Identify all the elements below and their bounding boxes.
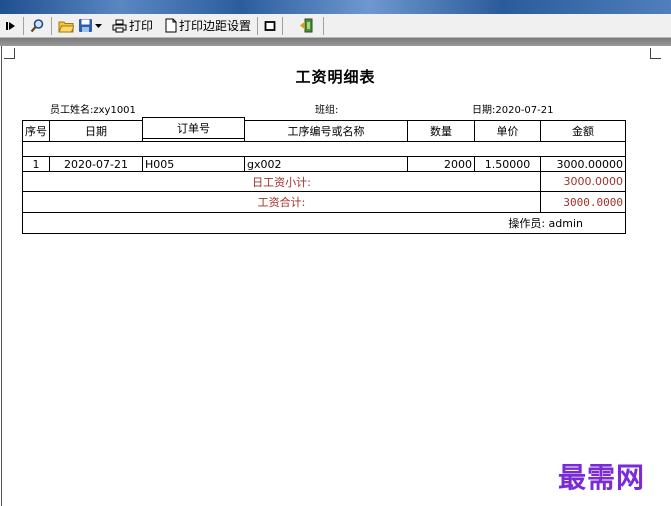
toolbar: 打印 打印边距设置	[0, 14, 671, 38]
toolbar-separator	[323, 16, 325, 35]
daily-subtotal-value: 3000.0000	[540, 171, 626, 192]
preview-top-band	[0, 38, 671, 46]
save-button[interactable]	[76, 16, 104, 36]
exit-door-icon	[300, 18, 313, 33]
page-icon	[165, 18, 177, 33]
watermark-logo: 最需网	[558, 461, 646, 494]
print-margin-settings-button[interactable]: 打印边距设置	[163, 16, 253, 36]
crop-mark	[4, 48, 15, 59]
report-date: 日期:2020-07-21	[472, 105, 554, 116]
print-margin-settings-label: 打印边距设置	[179, 19, 252, 33]
toolbar-separator	[257, 16, 259, 35]
header-cell-amount: 金额	[540, 120, 626, 142]
print-button[interactable]: 打印	[110, 16, 155, 36]
toolbar-separator	[51, 16, 52, 35]
first-page-icon	[6, 21, 15, 30]
header-cell-order: 订单号	[142, 117, 245, 139]
wage-total-value: 3000.0000	[540, 191, 626, 213]
toolbar-separator	[282, 16, 284, 35]
window-banner	[0, 0, 671, 14]
save-icon	[79, 19, 92, 32]
first-page-button[interactable]	[3, 16, 19, 36]
page-edge	[1, 46, 2, 506]
daily-subtotal-label: 日工资小计:	[22, 171, 541, 192]
open-button[interactable]	[56, 16, 76, 36]
header-cell-price: 单价	[474, 120, 541, 142]
dropdown-arrow-icon	[95, 23, 102, 28]
page-setup-button[interactable]	[262, 16, 278, 36]
print-preview-page: 工资明细表 员工姓名:zxy1001 班组: 日期:2020-07-21 序号 …	[0, 46, 671, 506]
table-cell-date: 2020-07-21	[49, 156, 143, 172]
print-label: 打印	[129, 19, 154, 33]
table-cell-order: H005	[142, 156, 245, 172]
header-cell-process: 工序编号或名称	[244, 120, 408, 142]
group-label: 班组:	[315, 105, 339, 116]
crop-mark	[650, 48, 661, 59]
header-cell-quantity: 数量	[407, 120, 475, 142]
table-cell-quantity: 2000	[407, 156, 475, 172]
operator: 操作员: admin	[22, 212, 626, 234]
employee-name: 员工姓名:zxy1001	[50, 105, 136, 116]
magnifier-icon	[30, 19, 44, 33]
table-cell-price: 1.50000	[474, 156, 541, 172]
folder-icon	[58, 21, 74, 32]
square-icon	[264, 20, 276, 31]
blank-row	[22, 141, 626, 157]
exit-button[interactable]	[297, 16, 315, 36]
zoom-button[interactable]	[28, 16, 47, 36]
table-cell-amount: 3000.00000	[540, 156, 626, 172]
wage-total-label: 工资合计:	[22, 191, 541, 213]
table-cell-process: gx002	[244, 156, 408, 172]
header-cell-index: 序号	[22, 120, 50, 142]
table-cell-index: 1	[22, 156, 50, 172]
printer-icon	[112, 19, 127, 32]
toolbar-separator	[23, 16, 24, 35]
header-cell-date: 日期	[49, 120, 143, 142]
report-title: 工资明细表	[295, 68, 376, 86]
